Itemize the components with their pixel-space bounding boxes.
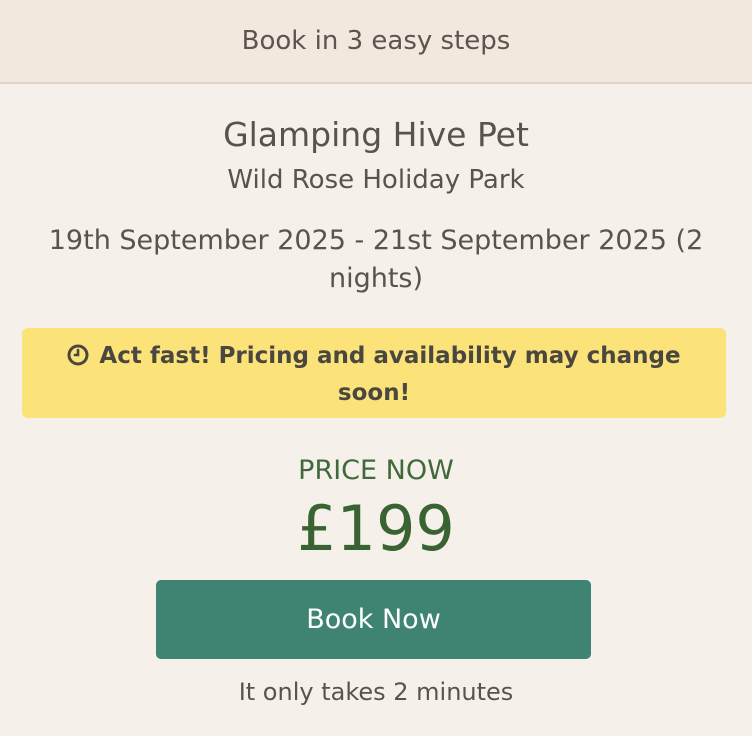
park-name: Wild Rose Holiday Park [227,165,525,195]
price-label: PRICE NOW [298,455,454,486]
book-now-label: Book Now [306,604,441,635]
urgency-alert-text: Act fast! Pricing and availability may c… [99,343,681,406]
steps-header: Book in 3 easy steps [0,0,752,84]
property-title: Glamping Hive Pet [223,115,529,154]
book-now-button[interactable]: Book Now [156,580,591,659]
clock-icon [67,342,89,376]
stay-dates: 19th September 2025 - 21st September 202… [48,225,704,294]
booking-time-note: It only takes 2 minutes [238,678,514,706]
price-amount: £199 [297,492,455,565]
urgency-alert: Act fast! Pricing and availability may c… [22,328,726,418]
steps-header-text: Book in 3 easy steps [241,26,511,56]
